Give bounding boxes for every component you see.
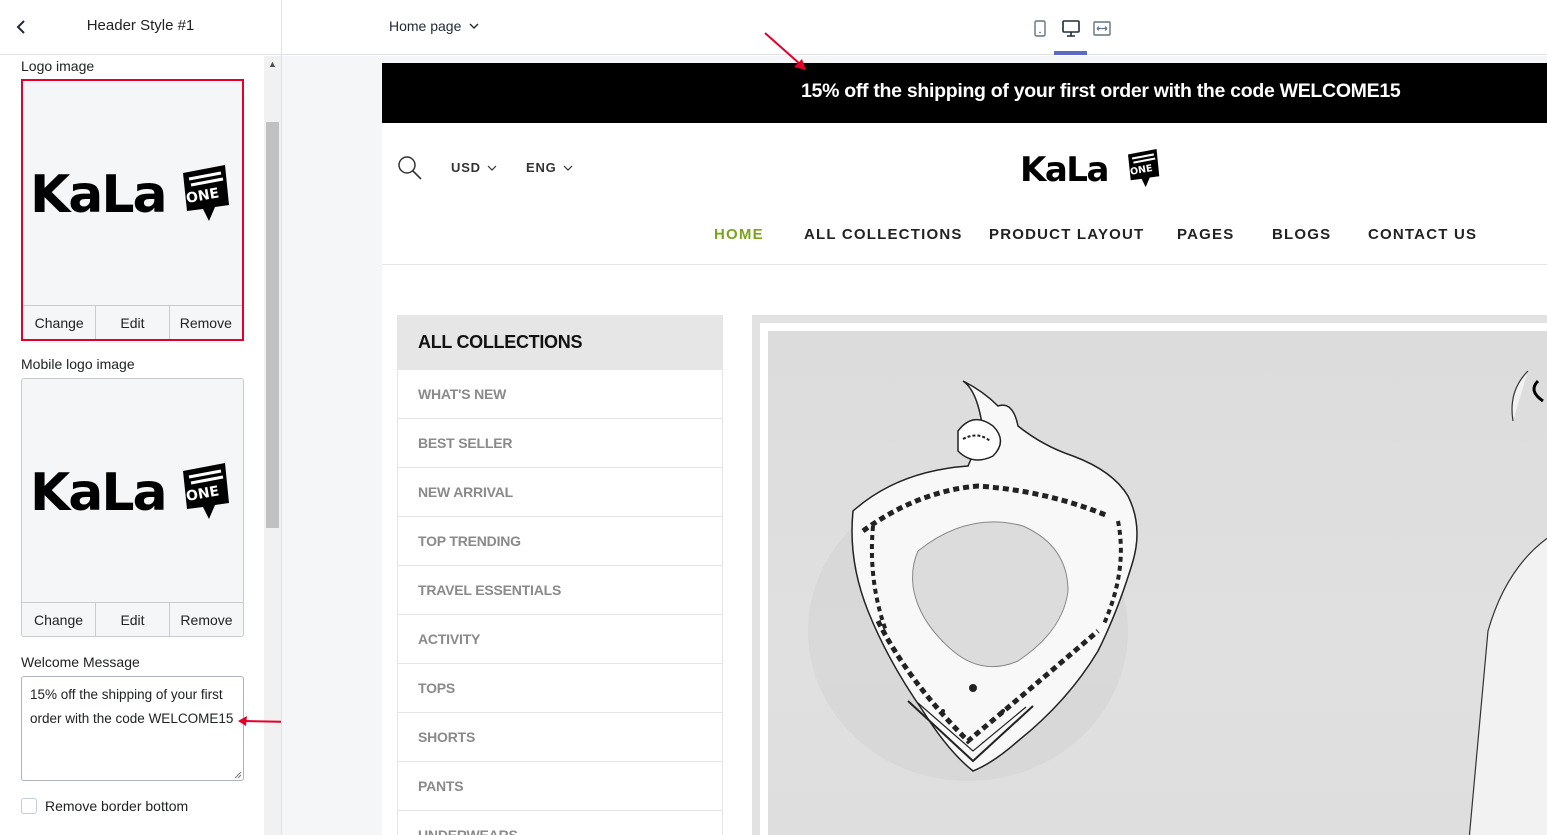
nav-product-layout[interactable]: PRODUCT LAYOUT [989, 226, 1144, 243]
search-icon[interactable] [397, 155, 423, 181]
svg-text:KaLa: KaLa [1020, 150, 1108, 189]
edit-mobile-logo-button[interactable]: Edit [96, 603, 170, 636]
remove-mobile-logo-button[interactable]: Remove [170, 603, 243, 636]
sidebar-header: Header Style #1 [0, 0, 281, 55]
collection-item[interactable]: ACTIVITY [398, 614, 722, 663]
collection-item[interactable]: PANTS [398, 761, 722, 810]
chevron-down-icon [563, 165, 573, 171]
welcome-message-label: Welcome Message [21, 654, 140, 670]
fullscreen-icon [1093, 20, 1111, 36]
mobile-view-button[interactable] [1025, 14, 1055, 42]
fullscreen-view-button[interactable] [1087, 14, 1117, 42]
remove-border-bottom-option[interactable]: Remove border bottom [21, 798, 188, 814]
nav-pages[interactable]: PAGES [1177, 226, 1234, 243]
collection-item[interactable]: TRAVEL ESSENTIALS [398, 565, 722, 614]
mobile-logo-image-actions: Change Edit Remove [22, 602, 243, 636]
remove-logo-button[interactable]: Remove [170, 306, 242, 339]
editor-topbar: Home page [282, 0, 1547, 55]
logo-image-preview: KaLa ONE [23, 81, 242, 303]
change-logo-button[interactable]: Change [23, 306, 97, 339]
header-divider [382, 264, 1547, 265]
nav-home[interactable]: HOME [714, 226, 764, 243]
scroll-up-arrow-icon[interactable]: ▲ [264, 56, 281, 73]
collections-title: ALL COLLECTIONS [398, 316, 722, 369]
remove-border-bottom-label: Remove border bottom [45, 798, 189, 814]
language-label: ENG [526, 160, 557, 175]
page-selector-label: Home page [389, 18, 462, 34]
collection-item[interactable]: TOPS [398, 663, 722, 712]
chevron-down-icon [469, 23, 479, 29]
collection-item[interactable]: BEST SELLER [398, 418, 722, 467]
theme-editor-sidebar: Header Style #1 Logo image KaLa ONE Chan… [0, 0, 282, 835]
svg-text:KaLa: KaLa [30, 165, 166, 225]
page-selector[interactable]: Home page [389, 18, 479, 34]
svg-text:KaLa: KaLa [30, 463, 166, 523]
change-mobile-logo-button[interactable]: Change [22, 603, 96, 636]
section-title: Header Style #1 [86, 17, 195, 34]
settings-panel: Logo image KaLa ONE Change Edit Remove M [0, 56, 264, 835]
hero-banner[interactable] [752, 315, 1547, 835]
collection-item[interactable]: TOP TRENDING [398, 516, 722, 565]
nav-all-collections[interactable]: ALL COLLECTIONS [804, 226, 963, 243]
collection-item[interactable]: NEW ARRIVAL [398, 467, 722, 516]
mobile-icon [1034, 19, 1046, 37]
bandana-illustration [808, 370, 1547, 835]
logo-image-label: Logo image [21, 58, 95, 74]
scrollbar-thumb[interactable] [266, 122, 279, 528]
logo-image-actions: Change Edit Remove [23, 305, 242, 339]
mobile-logo-image-label: Mobile logo image [21, 356, 135, 372]
collection-item[interactable]: SHORTS [398, 712, 722, 761]
nav-contact-us[interactable]: CONTACT US [1368, 226, 1477, 243]
resize-grip-icon[interactable] [234, 771, 242, 779]
kala-logo: KaLa ONE [30, 463, 229, 523]
currency-selector[interactable]: USD [451, 160, 497, 175]
store-preview: 15% off the shipping of your first order… [382, 63, 1547, 835]
edit-logo-button[interactable]: Edit [96, 306, 170, 339]
annotation-arrow-icon [238, 716, 281, 726]
language-selector[interactable]: ENG [526, 160, 573, 175]
hero-image [768, 331, 1547, 835]
mobile-logo-image-picker[interactable]: KaLa ONE Change Edit Remove [21, 378, 244, 637]
active-device-indicator [1054, 51, 1087, 55]
announcement-bar[interactable]: 15% off the shipping of your first order… [382, 63, 1547, 123]
desktop-view-button[interactable] [1056, 14, 1086, 42]
annotation-arrow-icon [764, 32, 806, 70]
welcome-message-textarea[interactable]: 15% off the shipping of your first order… [21, 676, 244, 781]
remove-border-bottom-checkbox[interactable] [21, 798, 37, 814]
announcement-text: 15% off the shipping of your first order… [801, 80, 1401, 102]
logo-image-picker[interactable]: KaLa ONE Change Edit Remove [21, 79, 244, 341]
chevron-down-icon [487, 165, 497, 171]
mobile-logo-image-preview: KaLa ONE [22, 379, 243, 601]
collection-item[interactable]: WHAT'S NEW [398, 369, 722, 418]
collection-item[interactable]: UNDERWEARS [398, 810, 722, 835]
main-navigation: HOME ALL COLLECTIONS PRODUCT LAYOUT PAGE… [382, 226, 1547, 246]
kala-logo: KaLa ONE [30, 165, 229, 225]
currency-label: USD [451, 160, 481, 175]
site-logo[interactable]: KaLa ONE [1020, 147, 1168, 189]
nav-blogs[interactable]: BLOGS [1272, 226, 1331, 243]
collections-sidebar: ALL COLLECTIONS WHAT'S NEW BEST SELLER N… [397, 315, 723, 835]
desktop-icon [1062, 19, 1080, 37]
